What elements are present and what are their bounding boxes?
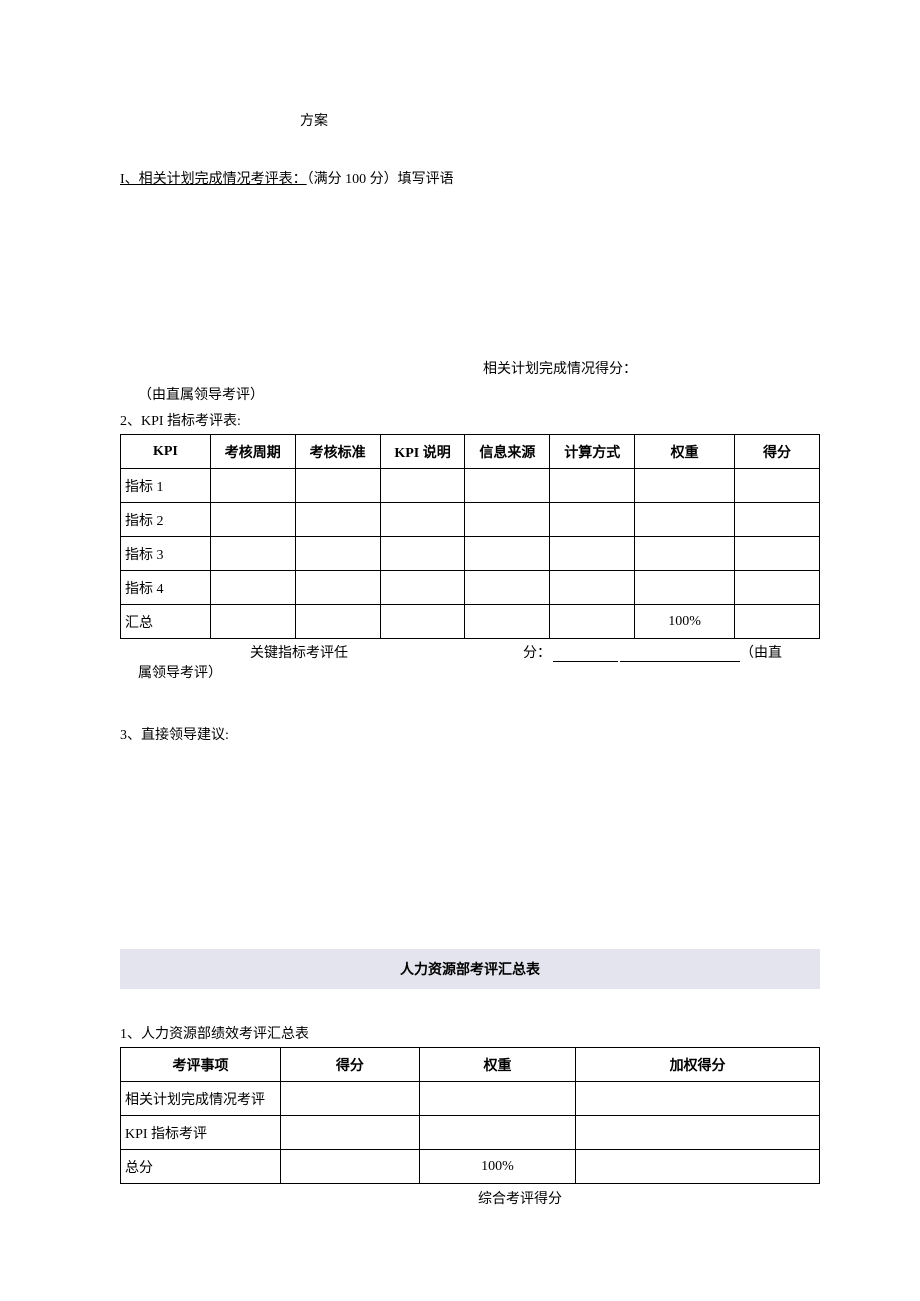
kpi-cell: [465, 503, 550, 537]
sum-h3: 加权得分: [576, 1048, 820, 1082]
kpi-h1: 考核周期: [210, 435, 295, 469]
summary-cell: [576, 1150, 820, 1184]
sum-h1: 得分: [281, 1048, 420, 1082]
kpi-cell: [380, 503, 465, 537]
summary-row-label: KPI 指标考评: [121, 1116, 281, 1150]
kpi-h4: 信息来源: [465, 435, 550, 469]
summary-header-row: 考评事项 得分 权重 加权得分: [121, 1048, 820, 1082]
kpi-cell: [210, 503, 295, 537]
kpi-footer-e: （由直: [740, 642, 782, 662]
kpi-cell: [295, 537, 380, 571]
section-4-title: 1、人力资源部绩效考评汇总表: [120, 1023, 820, 1043]
summary-table: 考评事项 得分 权重 加权得分 相关计划完成情况考评KPI 指标考评总分 100%: [120, 1047, 820, 1184]
section-1-prefix: I、相关计划完成情况考评表：: [120, 172, 307, 187]
hr-banner: 人力资源部考评汇总表: [120, 949, 820, 989]
kpi-cell: [295, 605, 380, 639]
kpi-h0: KPI: [121, 435, 211, 469]
summary-row-label: 相关计划完成情况考评: [121, 1082, 281, 1116]
kpi-cell: [380, 469, 465, 503]
kpi-cell: [550, 571, 635, 605]
kpi-footer-row: 关键指标考评任 分： （由直: [120, 642, 820, 662]
kpi-cell: [550, 503, 635, 537]
plan-score-label: 相关计划完成情况得分：: [300, 358, 820, 378]
kpi-h2: 考核标准: [295, 435, 380, 469]
summary-cell: [281, 1150, 420, 1184]
kpi-cell: [380, 571, 465, 605]
kpi-cell: [295, 503, 380, 537]
section-3-title: 3、直接领导建议:: [120, 724, 820, 744]
kpi-cell: [735, 503, 820, 537]
kpi-h6: 权重: [635, 435, 735, 469]
kpi-cell: [210, 571, 295, 605]
kpi-cell: [210, 605, 295, 639]
kpi-cell: [635, 537, 735, 571]
evaluator-note-2: 属领导考评）: [138, 662, 820, 682]
kpi-cell: [380, 537, 465, 571]
kpi-h7: 得分: [735, 435, 820, 469]
kpi-cell: [465, 571, 550, 605]
table-row: 总分 100%: [121, 1150, 820, 1184]
kpi-cell: [635, 571, 735, 605]
summary-cell: [281, 1116, 420, 1150]
summary-cell: [281, 1082, 420, 1116]
section-1: I、相关计划完成情况考评表：（满分 100 分）填写评语: [120, 168, 820, 188]
summary-cell: [576, 1116, 820, 1150]
section-2-title: 2、KPI 指标考评表:: [120, 410, 820, 430]
final-score-label: 综合考评得分: [220, 1188, 820, 1208]
table-row: 指标 4: [121, 571, 820, 605]
kpi-cell: [295, 571, 380, 605]
kpi-row-label: 指标 2: [121, 503, 211, 537]
kpi-cell: [295, 469, 380, 503]
evaluator-note-1: （由直属领导考评）: [138, 384, 820, 404]
doc-title: 方案: [300, 110, 820, 130]
section-1-paren: （满分 100 分）填写评语: [307, 172, 454, 187]
kpi-cell: [550, 605, 635, 639]
kpi-cell: [735, 571, 820, 605]
kpi-row-label: 指标 1: [121, 469, 211, 503]
kpi-cell: [380, 605, 465, 639]
summary-row-label: 总分: [121, 1150, 281, 1184]
table-row: 指标 1: [121, 469, 820, 503]
table-row: 汇总 100%: [121, 605, 820, 639]
kpi-cell: [735, 469, 820, 503]
sum-h0: 考评事项: [121, 1048, 281, 1082]
kpi-h5: 计算方式: [550, 435, 635, 469]
kpi-cell: [465, 605, 550, 639]
kpi-cell: [465, 537, 550, 571]
kpi-cell: [635, 503, 735, 537]
table-row: 相关计划完成情况考评: [121, 1082, 820, 1116]
kpi-cell: [735, 605, 820, 639]
summary-cell: [419, 1082, 575, 1116]
kpi-footer-a: 关键指标考评任: [250, 642, 348, 662]
kpi-cell: 100%: [635, 605, 735, 639]
kpi-footer-line2: [620, 642, 740, 662]
table-row: 指标 3: [121, 537, 820, 571]
kpi-cell: [735, 537, 820, 571]
table-row: KPI 指标考评: [121, 1116, 820, 1150]
summary-cell: 100%: [419, 1150, 575, 1184]
sum-h2: 权重: [419, 1048, 575, 1082]
kpi-row-label: 指标 3: [121, 537, 211, 571]
kpi-cell: [210, 469, 295, 503]
kpi-table: KPI 考核周期 考核标准 KPI 说明 信息来源 计算方式 权重 得分 指标 …: [120, 434, 820, 639]
kpi-cell: [465, 469, 550, 503]
kpi-cell: [635, 469, 735, 503]
summary-cell: [419, 1116, 575, 1150]
kpi-cell: [550, 537, 635, 571]
kpi-footer-line1: [553, 642, 618, 662]
kpi-footer-b: 分：: [523, 642, 551, 662]
kpi-header-row: KPI 考核周期 考核标准 KPI 说明 信息来源 计算方式 权重 得分: [121, 435, 820, 469]
kpi-cell: [550, 469, 635, 503]
kpi-cell: [210, 537, 295, 571]
kpi-h3: KPI 说明: [380, 435, 465, 469]
kpi-row-label: 汇总: [121, 605, 211, 639]
kpi-row-label: 指标 4: [121, 571, 211, 605]
summary-cell: [576, 1082, 820, 1116]
table-row: 指标 2: [121, 503, 820, 537]
